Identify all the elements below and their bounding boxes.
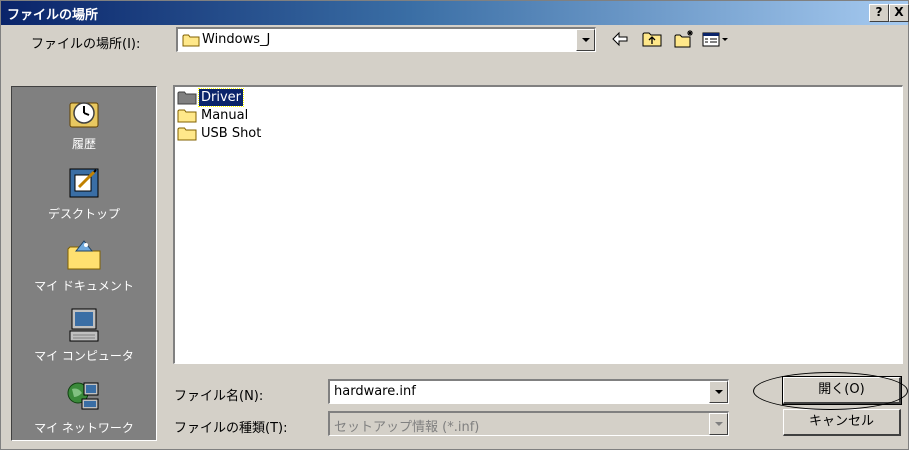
places-my-computer[interactable]: マイ コンピュータ xyxy=(12,305,156,364)
file-name-value: hardware.inf xyxy=(334,384,416,399)
look-in-dropdown-button[interactable] xyxy=(576,29,595,51)
view-menu-button[interactable] xyxy=(701,29,733,49)
new-folder-button[interactable] xyxy=(673,29,695,49)
file-type-value: セットアップ情報 (*.inf) xyxy=(334,420,480,435)
close-button[interactable]: X xyxy=(889,4,909,22)
places-my-network-label: マイ ネットワーク xyxy=(34,421,134,435)
cancel-button[interactable]: キャンセル xyxy=(783,409,901,436)
up-folder-button[interactable] xyxy=(641,29,663,49)
look-in-label: ファイルの場所(I): xyxy=(31,37,141,52)
file-type-label: ファイルの種類(T): xyxy=(174,421,288,436)
back-button[interactable] xyxy=(609,29,631,49)
history-icon xyxy=(69,102,99,128)
file-item-label: Driver xyxy=(197,88,245,107)
file-item-label: USB Shot xyxy=(201,126,262,141)
my-documents-icon xyxy=(67,240,101,270)
folder-icon xyxy=(177,127,197,141)
places-history-label: 履歴 xyxy=(71,137,96,151)
folder-icon xyxy=(177,109,197,123)
window-title: ファイルの場所 xyxy=(7,8,99,23)
my-network-icon xyxy=(67,382,99,410)
places-my-documents[interactable]: マイ ドキュメント xyxy=(12,235,156,294)
my-computer-icon xyxy=(69,308,99,342)
places-bar: 履歴 デスクトップ マイ ドキュメント マイ コンピュータ マイ ネットワーク xyxy=(11,86,157,441)
new-folder-icon xyxy=(674,30,693,48)
file-type-combobox[interactable]: セットアップ情報 (*.inf) xyxy=(328,411,729,436)
places-desktop[interactable]: デスクトップ xyxy=(12,163,156,222)
look-in-value: Windows_J xyxy=(202,32,271,47)
places-history[interactable]: 履歴 xyxy=(12,93,156,152)
places-my-documents-label: マイ ドキュメント xyxy=(34,279,134,293)
file-dialog: ファイルの場所 ? X ファイルの場所(I): Windows_J 履歴 デスク… xyxy=(0,0,909,450)
places-desktop-label: デスクトップ xyxy=(47,207,120,221)
help-button[interactable]: ? xyxy=(869,4,889,22)
view-menu-icon xyxy=(702,32,728,47)
places-my-network[interactable]: マイ ネットワーク xyxy=(12,377,156,436)
folder-icon xyxy=(182,34,200,47)
file-item-label: Manual xyxy=(201,108,249,123)
look-in-combobox[interactable]: Windows_J xyxy=(176,27,596,52)
file-name-label: ファイル名(N): xyxy=(174,389,264,404)
folder-icon xyxy=(177,91,197,105)
file-name-combobox[interactable]: hardware.inf xyxy=(328,379,729,404)
back-arrow-icon xyxy=(612,31,628,47)
places-my-computer-label: マイ コンピュータ xyxy=(34,349,134,363)
file-list[interactable]: Driver Manual USB Shot xyxy=(173,85,903,364)
file-name-dropdown-button[interactable] xyxy=(709,381,728,403)
desktop-icon xyxy=(69,168,99,198)
title-bar: ファイルの場所 ? X xyxy=(1,1,909,25)
file-type-dropdown-button[interactable] xyxy=(709,413,728,435)
up-folder-icon xyxy=(642,32,662,47)
open-button[interactable]: 開く(O) xyxy=(782,376,902,405)
